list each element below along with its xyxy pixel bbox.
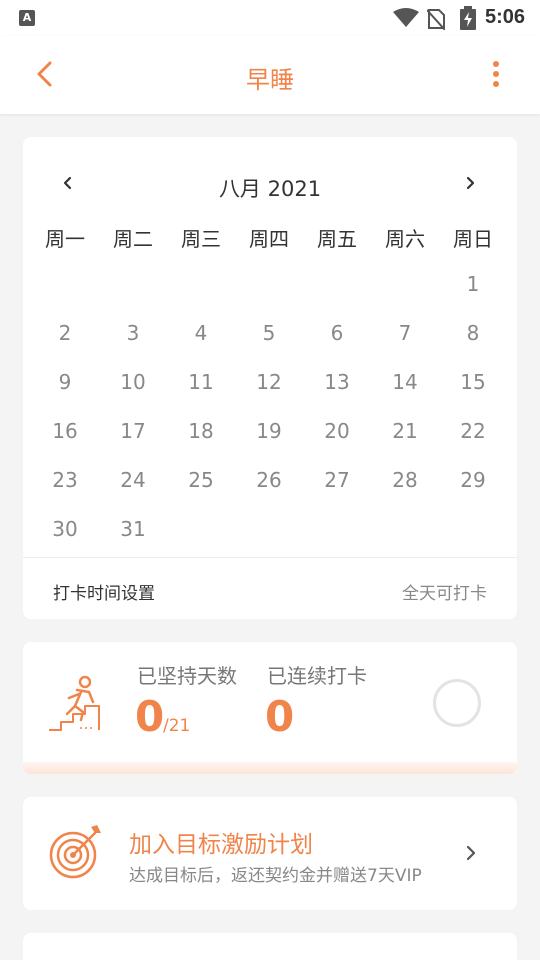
- calendar-day[interactable]: 25: [167, 463, 235, 512]
- calendar-day[interactable]: 5: [235, 316, 303, 365]
- calendar-month-label: 八月 2021: [218, 177, 322, 201]
- calendar-day[interactable]: 27: [303, 463, 371, 512]
- page-title: 早睡: [246, 66, 294, 94]
- checkin-time-setting-value[interactable]: 全天可打卡: [402, 579, 487, 604]
- calendar-day[interactable]: 19: [235, 414, 303, 463]
- weekday-header: 周一 周二 周三 周四 周五 周六 周日: [31, 223, 507, 252]
- weekday-label: 周五: [317, 227, 357, 251]
- calendar-day[interactable]: 3: [99, 316, 167, 365]
- calendar-day[interactable]: 14: [371, 365, 439, 414]
- calendar-day[interactable]: 8: [439, 316, 507, 365]
- progress-strip: [23, 762, 517, 774]
- battery-charging-icon: [460, 6, 476, 30]
- calendar-day[interactable]: 30: [31, 512, 99, 561]
- checkin-time-setting-label[interactable]: 打卡时间设置: [53, 579, 155, 604]
- goal-plan-card[interactable]: 加入目标激励计划 达成目标后，返还契约金并赠送7天VIP: [23, 797, 517, 910]
- calendar-day[interactable]: 21: [371, 414, 439, 463]
- weekday-label: 周一: [45, 227, 85, 251]
- target-icon: [49, 825, 101, 879]
- calendar-day[interactable]: 23: [31, 463, 99, 512]
- calendar-day[interactable]: 4: [167, 316, 235, 365]
- next-card: [23, 933, 517, 960]
- weekday-label: 周二: [113, 227, 153, 251]
- calendar-day[interactable]: 26: [235, 463, 303, 512]
- calendar-day[interactable]: 13: [303, 365, 371, 414]
- calendar-day[interactable]: 22: [439, 414, 507, 463]
- calendar-day[interactable]: 28: [371, 463, 439, 512]
- notification-app-icon: A: [19, 10, 35, 26]
- more-vertical-icon[interactable]: [478, 56, 514, 92]
- wifi-icon: [393, 8, 419, 27]
- calendar-day[interactable]: 9: [31, 365, 99, 414]
- no-sim-icon: [427, 9, 445, 30]
- calendar-day[interactable]: 20: [303, 414, 371, 463]
- calendar-days-grid: 1 2 3 4 5 6 7 8 9 10 11 12 13 14 15 16 17 18 19 20 21 22 23 24 2…: [31, 267, 507, 561]
- calendar-day[interactable]: 16: [31, 414, 99, 463]
- app-bar: 早睡: [0, 36, 540, 114]
- calendar-day[interactable]: 24: [99, 463, 167, 512]
- calendar-day[interactable]: 29: [439, 463, 507, 512]
- climbing-stairs-icon: [49, 675, 100, 731]
- calendar-blank-cell: [303, 267, 371, 316]
- calendar-day[interactable]: 7: [371, 316, 439, 365]
- calendar-blank-cell: [99, 267, 167, 316]
- calendar-card: 八月 2021 周一 周二 周三 周四 周五 周六 周日 1 2 3 4 5 6 7 8 9 10 11 12 13…: [23, 137, 517, 619]
- status-bar: A 5:06: [0, 0, 540, 36]
- weekday-label: 周日: [453, 227, 493, 251]
- chevron-right-icon[interactable]: [459, 841, 483, 865]
- calendar-day[interactable]: 18: [167, 414, 235, 463]
- calendar-day[interactable]: 2: [31, 316, 99, 365]
- goal-plan-title: 加入目标激励计划: [129, 832, 313, 858]
- calendar-blank-cell: [371, 267, 439, 316]
- weekday-label: 周六: [385, 227, 425, 251]
- calendar-day[interactable]: 1: [439, 267, 507, 316]
- calendar-blank-cell: [235, 267, 303, 316]
- calendar-day[interactable]: 31: [99, 512, 167, 561]
- chevron-right-icon[interactable]: [459, 171, 483, 195]
- calendar-blank-cell: [31, 267, 99, 316]
- calendar-day[interactable]: 6: [303, 316, 371, 365]
- persist-days-label: 已坚持天数: [137, 664, 237, 688]
- persist-days-total: /21: [163, 716, 191, 736]
- calendar-day[interactable]: 10: [99, 365, 167, 414]
- calendar-day[interactable]: 11: [167, 365, 235, 414]
- status-time: 5:06: [485, 6, 526, 28]
- streak-value: 0: [265, 692, 295, 741]
- stats-card: 已坚持天数 0 /21 已连续打卡 0: [23, 642, 517, 774]
- calendar-day[interactable]: 15: [439, 365, 507, 414]
- calendar-day[interactable]: 12: [235, 365, 303, 414]
- streak-label: 已连续打卡: [267, 664, 367, 688]
- divider: [23, 557, 517, 558]
- calendar-day[interactable]: 17: [99, 414, 167, 463]
- persist-days-value: 0: [135, 692, 165, 741]
- calendar-blank-cell: [167, 267, 235, 316]
- checkin-button[interactable]: [433, 679, 481, 727]
- weekday-label: 周三: [181, 227, 221, 251]
- weekday-label: 周四: [249, 227, 289, 251]
- goal-plan-subtitle: 达成目标后，返还契约金并赠送7天VIP: [129, 866, 422, 886]
